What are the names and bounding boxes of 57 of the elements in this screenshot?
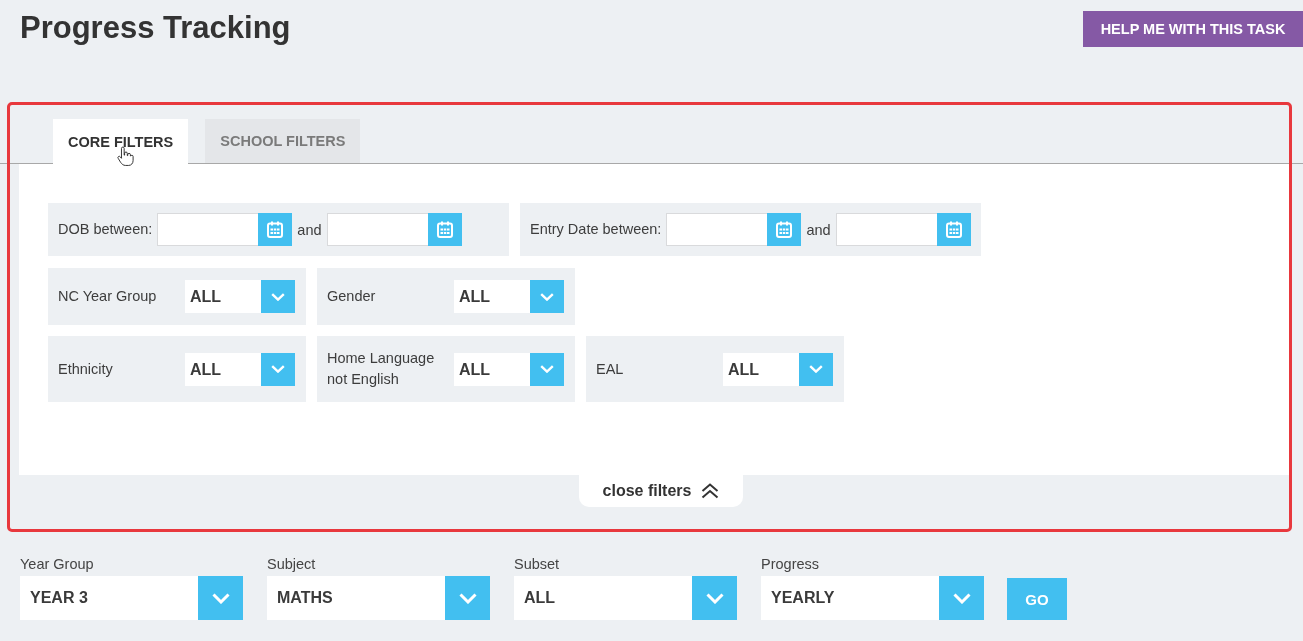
- page-title: Progress Tracking: [20, 10, 291, 46]
- calendar-icon: [945, 221, 962, 238]
- selector-label: Subset: [514, 555, 561, 573]
- calendar-button[interactable]: [427, 213, 462, 246]
- filter-label: EAL: [596, 359, 625, 379]
- dropdown-toggle[interactable]: [799, 352, 833, 386]
- dropdown-toggle[interactable]: [261, 280, 295, 313]
- chevron-down-icon: [809, 365, 823, 373]
- dropdown[interactable]: ALL: [723, 352, 833, 386]
- selector-label: Year Group: [20, 555, 95, 573]
- chevron-down-icon: [705, 592, 724, 604]
- dropdown-toggle[interactable]: [261, 352, 295, 386]
- close-filters-button[interactable]: close filters: [579, 475, 743, 507]
- dropdown[interactable]: ALL: [514, 576, 737, 620]
- calendar-button[interactable]: [767, 213, 802, 246]
- calendar-button[interactable]: [936, 213, 971, 246]
- dropdown-toggle[interactable]: [530, 280, 564, 313]
- double-chevron-up-icon: [701, 483, 720, 499]
- chevron-down-icon: [211, 592, 230, 604]
- selector-label: Progress: [761, 555, 821, 573]
- filter-tab[interactable]: CORE FILTERS: [53, 119, 189, 164]
- chevron-down-icon: [952, 592, 971, 604]
- filter-label: Ethnicity: [58, 359, 114, 379]
- dropdown-toggle[interactable]: [530, 352, 564, 386]
- dropdown[interactable]: YEAR 3: [20, 576, 243, 620]
- dropdown-toggle[interactable]: [198, 576, 243, 620]
- filter-label: Home Language not English: [327, 349, 436, 389]
- joiner-text: and: [297, 221, 322, 238]
- joiner-text: and: [806, 221, 831, 238]
- dropdown[interactable]: MATHS: [267, 576, 490, 620]
- dropdown-toggle[interactable]: [692, 576, 737, 620]
- dropdown[interactable]: YEARLY: [761, 576, 984, 620]
- filter-label: DOB between:: [58, 220, 153, 239]
- date-input-field[interactable]: [157, 213, 259, 246]
- dropdown-toggle[interactable]: [445, 576, 490, 620]
- chevron-down-icon: [540, 292, 554, 301]
- date-input-field[interactable]: [835, 213, 937, 246]
- dropdown[interactable]: ALL: [454, 280, 564, 313]
- dropdown[interactable]: ALL: [185, 352, 295, 386]
- help-button[interactable]: HELP ME WITH THIS TASK: [1083, 11, 1303, 47]
- filter-label: Gender: [327, 287, 377, 306]
- chevron-down-icon: [540, 365, 554, 373]
- calendar-icon: [776, 221, 793, 238]
- calendar-icon: [436, 221, 453, 238]
- dropdown[interactable]: ALL: [185, 280, 295, 313]
- calendar-icon: [267, 221, 284, 238]
- chevron-down-icon: [271, 365, 285, 373]
- date-input-field[interactable]: [666, 213, 768, 246]
- date-input-field[interactable]: [326, 213, 428, 246]
- calendar-button[interactable]: [258, 213, 293, 246]
- dropdown-toggle[interactable]: [939, 576, 984, 620]
- selector-label: Subject: [267, 555, 317, 573]
- chevron-down-icon: [271, 292, 285, 301]
- filter-label: Entry Date between:: [530, 220, 662, 239]
- dropdown[interactable]: ALL: [454, 352, 564, 386]
- filter-label: NC Year Group: [58, 287, 158, 306]
- chevron-down-icon: [458, 592, 477, 604]
